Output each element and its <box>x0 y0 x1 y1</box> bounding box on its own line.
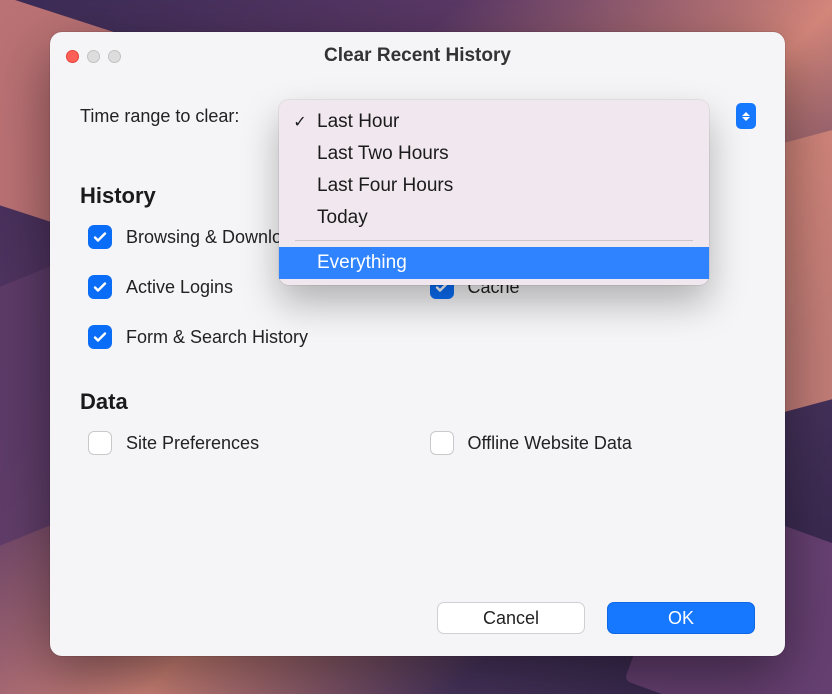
titlebar: Clear Recent History <box>50 32 785 80</box>
checkbox-row-form-search-history: Form & Search History <box>88 325 755 349</box>
checkbox-active-logins[interactable] <box>88 275 112 299</box>
menu-separator <box>295 240 693 241</box>
checkbox-label: Site Preferences <box>126 433 259 454</box>
checkbox-label: Active Logins <box>126 277 233 298</box>
caret-up-icon <box>742 112 750 116</box>
timerange-label: Time range to clear: <box>80 106 239 127</box>
timerange-option-today[interactable]: Today <box>279 202 709 234</box>
dialog-footer: Cancel OK <box>437 602 755 634</box>
option-label: Today <box>317 207 368 229</box>
select-stepper-icon[interactable] <box>736 103 756 129</box>
checkbox-row-offline-website-data: Offline Website Data <box>430 431 756 455</box>
checkmark-icon <box>291 112 309 132</box>
timerange-option-last-hour[interactable]: Last Hour <box>279 106 709 138</box>
checkbox-browsing-download-history[interactable] <box>88 225 112 249</box>
checkbox-label: Offline Website Data <box>468 433 632 454</box>
dialog-content: Time range to clear: History Browsing & … <box>50 80 785 455</box>
timerange-dropdown: Last Hour Last Two Hours Last Four Hours… <box>279 100 709 285</box>
timerange-option-everything[interactable]: Everything <box>279 247 709 279</box>
dialog-window: Clear Recent History Time range to clear… <box>50 32 785 656</box>
check-icon <box>92 279 108 295</box>
check-icon <box>92 329 108 345</box>
checkbox-form-search-history[interactable] <box>88 325 112 349</box>
ok-button[interactable]: OK <box>607 602 755 634</box>
section-title-data: Data <box>80 389 755 415</box>
timerange-option-last-four-hours[interactable]: Last Four Hours <box>279 170 709 202</box>
data-options: Site Preferences Offline Website Data <box>80 431 755 455</box>
caret-down-icon <box>742 117 750 121</box>
check-icon <box>92 229 108 245</box>
option-label: Last Hour <box>317 111 399 133</box>
checkbox-site-preferences[interactable] <box>88 431 112 455</box>
option-label: Last Four Hours <box>317 175 453 197</box>
option-label: Everything <box>317 252 407 274</box>
option-label: Last Two Hours <box>317 143 449 165</box>
window-title: Clear Recent History <box>50 45 785 67</box>
cancel-button[interactable]: Cancel <box>437 602 585 634</box>
timerange-option-last-two-hours[interactable]: Last Two Hours <box>279 138 709 170</box>
checkbox-offline-website-data[interactable] <box>430 431 454 455</box>
checkbox-label: Form & Search History <box>126 327 308 348</box>
checkbox-row-site-preferences: Site Preferences <box>88 431 414 455</box>
